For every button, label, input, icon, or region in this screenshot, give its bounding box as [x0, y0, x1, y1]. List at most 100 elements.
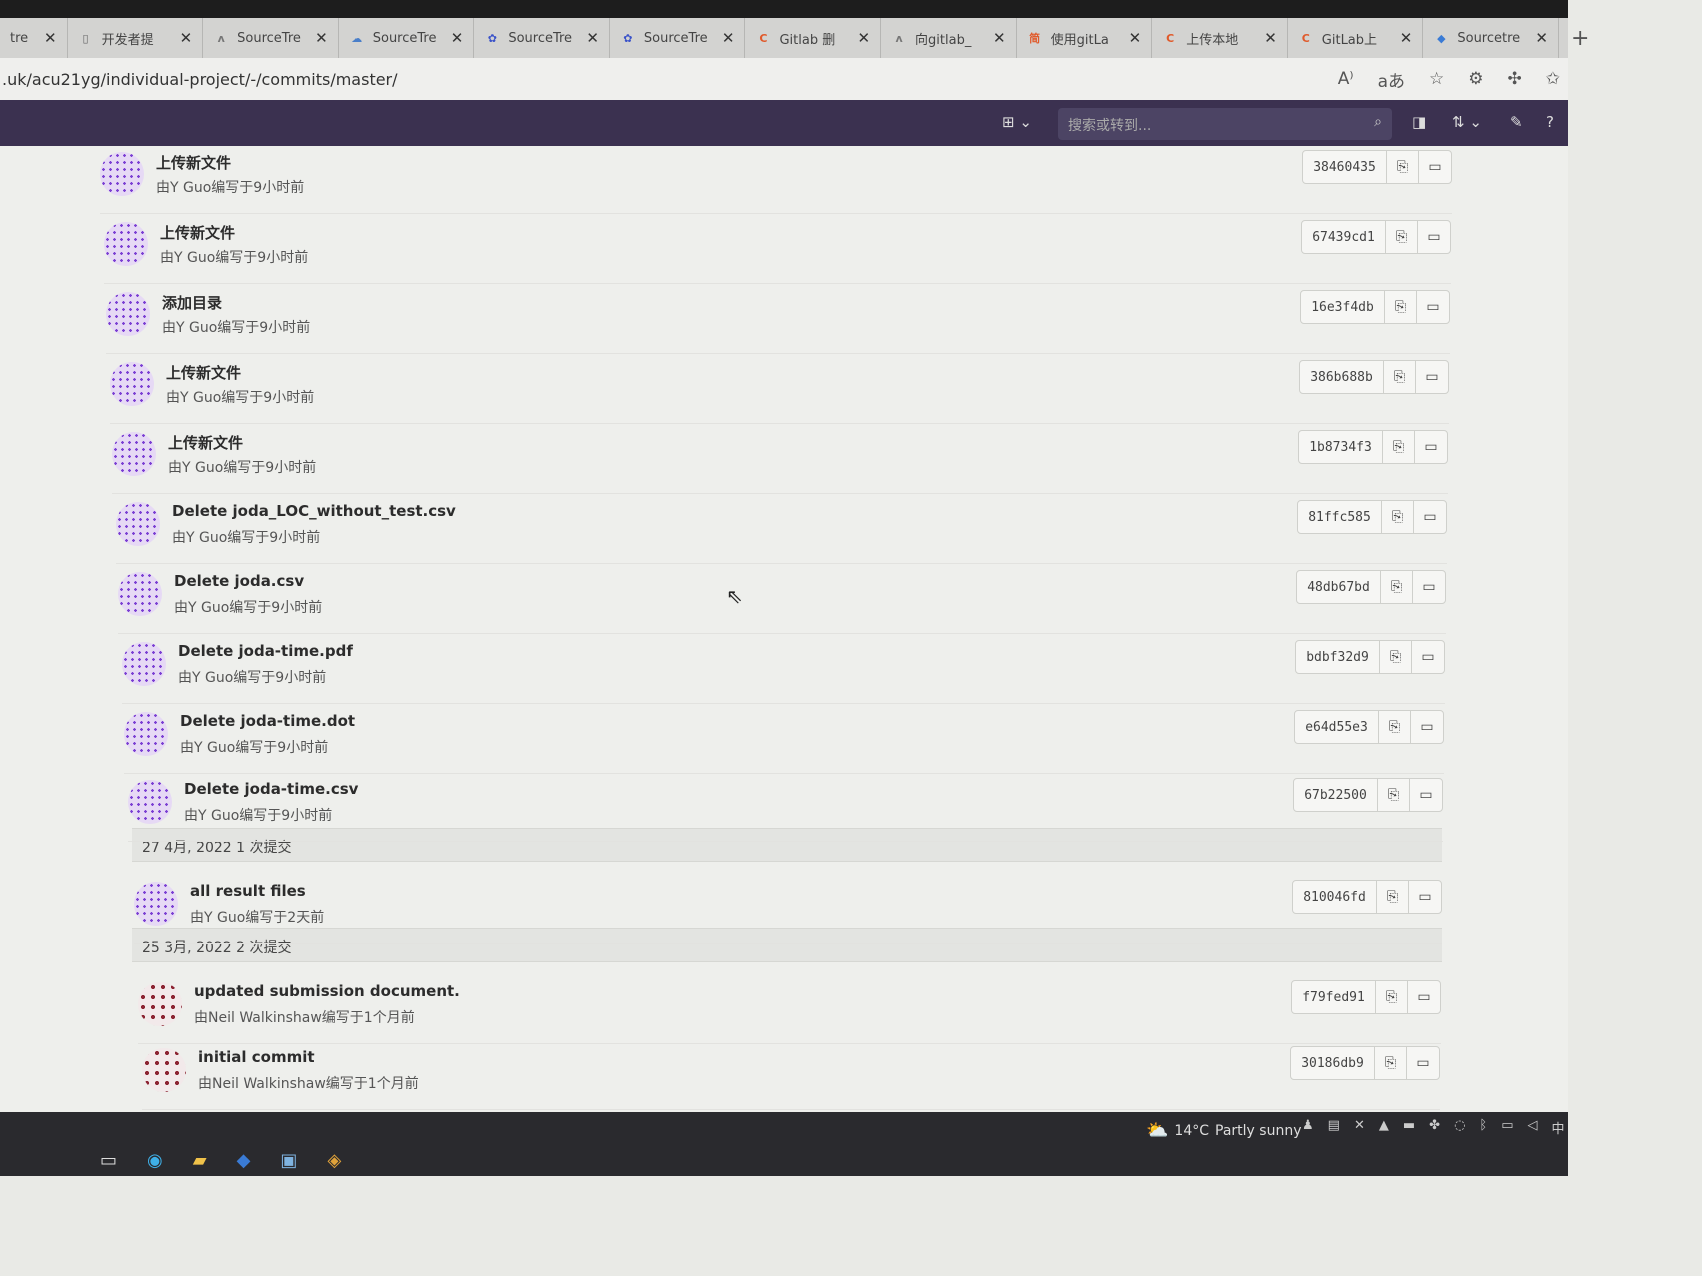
commit-message[interactable]: updated submission document. — [194, 982, 460, 1000]
browse-files-icon[interactable]: ▭ — [1417, 291, 1449, 323]
close-tab-icon[interactable]: ✕ — [451, 29, 464, 47]
browse-files-icon[interactable]: ▭ — [1418, 221, 1450, 253]
close-tab-icon[interactable]: ✕ — [586, 29, 599, 47]
commit-sha[interactable]: 48db67bd — [1297, 571, 1381, 603]
browse-files-icon[interactable]: ▭ — [1419, 151, 1451, 183]
copy-sha-icon[interactable]: ⎘ — [1379, 711, 1411, 743]
commit-message[interactable]: Delete joda-time.dot — [180, 712, 355, 730]
commit-message[interactable]: Delete joda-time.pdf — [178, 642, 353, 660]
app-icon[interactable]: ▣ — [280, 1150, 297, 1171]
todo-icon[interactable]: ✎ — [1510, 113, 1523, 131]
network-icon[interactable]: ◌ — [1454, 1118, 1465, 1137]
browse-files-icon[interactable]: ▭ — [1410, 779, 1442, 811]
weather-widget[interactable]: ⛅ 14°C Partly sunny — [1146, 1120, 1301, 1141]
folder-tray-icon[interactable]: ▬ — [1403, 1118, 1415, 1137]
browser-tab[interactable]: ✿ SourceTre ✕ — [474, 18, 610, 58]
commit-message[interactable]: all result files — [190, 882, 306, 900]
commit-sha[interactable]: f79fed91 — [1292, 981, 1376, 1013]
edge-icon[interactable]: ◉ — [147, 1150, 163, 1171]
browser-tab[interactable]: ✿ SourceTre ✕ — [610, 18, 746, 58]
close-tab-icon[interactable]: ✕ — [722, 29, 735, 47]
commit-sha[interactable]: 16e3f4db — [1301, 291, 1385, 323]
maps-icon[interactable]: ◆ — [237, 1150, 251, 1171]
copy-sha-icon[interactable]: ⎘ — [1383, 431, 1415, 463]
commit-message[interactable]: 添加目录 — [162, 292, 222, 313]
sourcetree-app-icon[interactable]: ◈ — [327, 1150, 341, 1171]
copy-sha-icon[interactable]: ⎘ — [1375, 1047, 1407, 1079]
commit-sha[interactable]: 386b688b — [1300, 361, 1384, 393]
read-aloud-icon[interactable]: A⁾ — [1338, 69, 1354, 89]
browser-tab[interactable]: ▯ 开发者提 ✕ — [68, 18, 204, 58]
copy-sha-icon[interactable]: ⎘ — [1381, 571, 1413, 603]
print-icon[interactable]: ▤ — [1328, 1118, 1340, 1137]
url-field[interactable]: .uk/acu21yg/individual-project/-/commits… — [0, 70, 398, 89]
bluetooth-icon[interactable]: ᛒ — [1479, 1118, 1487, 1137]
close-tab-icon[interactable]: ✕ — [857, 29, 870, 47]
close-tab-icon[interactable]: ✕ — [44, 29, 57, 47]
copy-sha-icon[interactable]: ⎘ — [1377, 881, 1409, 913]
copy-sha-icon[interactable]: ⎘ — [1387, 151, 1419, 183]
tool-icon[interactable]: ✕ — [1354, 1118, 1365, 1137]
avatar[interactable] — [104, 222, 148, 266]
browser-tab[interactable]: tre ✕ — [0, 18, 68, 58]
merge-request-icon[interactable]: ⇅ ⌄ — [1452, 113, 1482, 131]
avatar[interactable] — [118, 572, 162, 616]
copy-sha-icon[interactable]: ⎘ — [1386, 221, 1418, 253]
avatar[interactable] — [112, 432, 156, 476]
browser-tab[interactable]: C Gitlab 删 ✕ — [745, 18, 882, 58]
browse-files-icon[interactable]: ▭ — [1413, 571, 1445, 603]
avatar[interactable] — [124, 712, 168, 756]
commit-sha[interactable]: 38460435 — [1303, 151, 1387, 183]
avatar[interactable] — [134, 882, 178, 926]
copy-sha-icon[interactable]: ⎘ — [1385, 291, 1417, 323]
close-tab-icon[interactable]: ✕ — [1129, 29, 1142, 47]
avatar[interactable] — [138, 982, 182, 1026]
commit-message[interactable]: 上传新文件 — [168, 432, 243, 453]
browser-tab[interactable]: C GitLab上 ✕ — [1288, 18, 1424, 58]
user-icon[interactable]: ♟ — [1302, 1118, 1314, 1137]
issues-icon[interactable]: ◨ — [1412, 113, 1426, 131]
commit-sha[interactable]: 1b8734f3 — [1299, 431, 1383, 463]
avatar[interactable] — [142, 1048, 186, 1092]
display-icon[interactable]: ▭ — [1501, 1118, 1513, 1137]
commit-sha[interactable]: 67439cd1 — [1302, 221, 1386, 253]
close-tab-icon[interactable]: ✕ — [1535, 29, 1548, 47]
browse-files-icon[interactable]: ▭ — [1416, 361, 1448, 393]
commit-message[interactable]: 上传新文件 — [166, 362, 241, 383]
new-tab-button[interactable]: + — [1559, 26, 1601, 51]
search-input[interactable]: 搜索或转到... ⌕ — [1058, 108, 1392, 140]
volume-icon[interactable]: ◁ — [1528, 1118, 1538, 1137]
avatar[interactable] — [128, 780, 172, 824]
copy-sha-icon[interactable]: ⎘ — [1384, 361, 1416, 393]
folder-icon[interactable]: ▰ — [193, 1150, 207, 1171]
commit-message[interactable]: Delete joda_LOC_without_test.csv — [172, 502, 456, 520]
commit-message[interactable]: 上传新文件 — [156, 152, 231, 173]
help-icon[interactable]: ? — [1546, 113, 1554, 131]
copy-sha-icon[interactable]: ⎘ — [1378, 779, 1410, 811]
close-tab-icon[interactable]: ✕ — [1400, 29, 1413, 47]
avatar[interactable] — [122, 642, 166, 686]
close-tab-icon[interactable]: ✕ — [1264, 29, 1277, 47]
browse-files-icon[interactable]: ▭ — [1409, 881, 1441, 913]
task-view-icon[interactable]: ▭ — [100, 1150, 117, 1171]
copy-sha-icon[interactable]: ⎘ — [1382, 501, 1414, 533]
extension-icon[interactable]: ⚙ — [1468, 69, 1483, 89]
favorites-icon[interactable]: ✩ — [1546, 69, 1560, 89]
close-tab-icon[interactable]: ✕ — [993, 29, 1006, 47]
commit-sha[interactable]: 30186db9 — [1291, 1047, 1375, 1079]
commit-sha[interactable]: e64d55e3 — [1295, 711, 1379, 743]
commit-message[interactable]: Delete joda-time.csv — [184, 780, 358, 798]
browse-files-icon[interactable]: ▭ — [1407, 1047, 1439, 1079]
color-icon[interactable]: ✤ — [1429, 1118, 1440, 1137]
browse-files-icon[interactable]: ▭ — [1414, 501, 1446, 533]
browser-tab[interactable]: ᴧ SourceTre ✕ — [203, 18, 339, 58]
commit-message[interactable]: Delete joda.csv — [174, 572, 304, 590]
browser-tab[interactable]: ᴧ 向gitlab_ ✕ — [881, 18, 1017, 58]
add-favorite-icon[interactable]: ☆ — [1429, 69, 1444, 89]
browser-tab[interactable]: ◆ Sourcetre ✕ — [1423, 18, 1559, 58]
avatar[interactable] — [110, 362, 154, 406]
browse-files-icon[interactable]: ▭ — [1412, 641, 1444, 673]
close-tab-icon[interactable]: ✕ — [180, 29, 193, 47]
avatar[interactable] — [106, 292, 150, 336]
commit-message[interactable]: 上传新文件 — [160, 222, 235, 243]
